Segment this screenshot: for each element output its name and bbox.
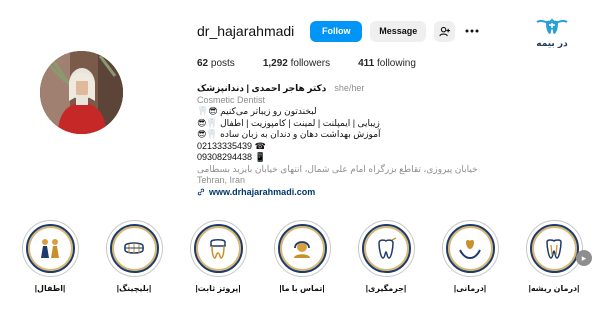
city: Tehran, Iran [197,175,246,185]
highlight-label: |پروتز ثابت| [195,284,241,293]
logo-text: در بیمه [536,39,568,49]
teeth-emoji-icon: 😎🦷 [197,117,218,128]
followers-count[interactable]: 1,292 followers [263,58,330,69]
mobile-phone-icon: 📱 [254,152,266,162]
bio-line: 😎🦷 آموزش بهداشت دهان و دندان به زبان ساد… [197,129,381,139]
message-button[interactable]: Message [370,20,427,42]
highlight-label: |درمان ریشه| [528,284,580,293]
bio-line: 😎🦷 زیبایی | ایمپلنت | لمینت | کامپوزیت |… [197,117,380,128]
following-count[interactable]: 411 following [358,58,416,69]
teeth-emoji-icon: 🦷😎 [197,106,218,116]
username: dr_hajarahmadi [197,23,295,39]
full-name: دکتر هاجر احمدی | دندانپزشک [197,83,327,93]
whitening-teeth-icon [124,241,144,254]
link-icon [197,188,205,196]
website-link[interactable]: www.drhajarahmadi.com [197,187,527,199]
name-line: دکتر هاجر احمدی | دندانپزشک she/her [197,83,527,95]
address: خیابان پیروزی، تقاطع بزرگراه امام علی شم… [197,163,478,174]
profile-avatar[interactable] [40,51,123,134]
avatar-photo [40,51,123,134]
profile-bio: دکتر هاجر احمدی | دندانپزشک she/her Cosm… [197,83,527,198]
brand-logo: در بیمه [522,16,582,56]
crown-tooth-icon [210,238,226,259]
tooth-shield-icon [536,18,568,34]
care-hands-icon [459,239,481,259]
follow-button[interactable]: Follow [310,20,363,42]
more-dots-icon [465,29,479,33]
highlight-item[interactable]: |جرمگیری| [356,220,416,293]
mobile-line: 09308294438 📱 [197,152,266,162]
highlight-item[interactable]: |بلیچینگ| [104,220,164,293]
children-icon [41,238,59,258]
highlight-item[interactable]: |پروتز ثابت| [188,220,248,293]
add-person-icon [439,26,451,36]
pronouns: she/her [334,83,365,93]
root-canal-icon [546,238,562,259]
more-options-button[interactable] [463,21,481,42]
highlights-next-button[interactable]: ▸ [576,250,592,266]
scaling-tooth-icon [378,236,397,259]
highlight-label: |تماس با ما| [279,284,325,293]
highlight-item[interactable]: |درمانی| [440,220,500,293]
highlight-label: |اطفال| [34,284,66,293]
profile-header: dr_hajarahmadi Follow Message [197,20,489,42]
posts-count: 62 posts [197,58,235,69]
highlight-label: |بلیچینگ| [116,284,152,293]
profile-stats: 62 posts 1,292 followers 411 following [197,58,444,69]
highlight-label: |جرمگیری| [365,284,407,293]
support-headset-icon [294,240,310,258]
highlight-label: |درمانی| [453,284,487,293]
highlight-item[interactable]: |درمان ریشه| [524,220,584,293]
highlight-item[interactable]: |اطفال| [20,220,80,293]
phone-line: 02133335439 ☎ [197,140,266,151]
bio-line: 🦷😎 لبخندتون رو زیباتر می‌کنیم [197,106,317,116]
teeth-emoji-icon: 😎🦷 [197,129,218,139]
suggested-accounts-button[interactable] [434,20,456,42]
category: Cosmetic Dentist [197,94,266,105]
chevron-right-icon: ▸ [581,252,587,263]
highlight-item[interactable]: |تماس با ما| [272,220,332,293]
telephone-icon: ☎ [254,140,266,151]
